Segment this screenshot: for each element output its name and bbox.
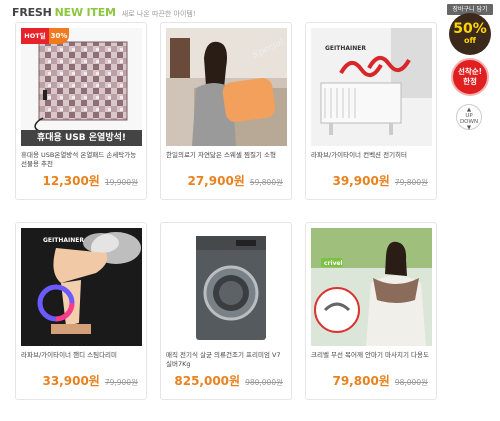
product-card[interactable]: GEITHAINER 라파브/가이타이너 컨벡션 전기히터 39,900원 79… bbox=[305, 22, 437, 200]
original-price: 980,000원 bbox=[245, 378, 283, 387]
price-block: 33,900원 79,900원 bbox=[42, 372, 138, 389]
heating-pad-image bbox=[21, 28, 142, 146]
discount-off-text: off bbox=[464, 36, 476, 45]
original-price: 79,900원 bbox=[104, 378, 138, 387]
product-image[interactable] bbox=[166, 228, 287, 346]
product-name[interactable]: 크리벨 무선 목어깨 안마기 마사지기 다용도 bbox=[311, 351, 433, 360]
limited-line-1: 선착순! bbox=[457, 67, 483, 76]
product-name[interactable]: 라파브/가이타이너 핸디 스팀다리미 bbox=[21, 351, 143, 360]
heating-pad-woman-image: Special bbox=[166, 28, 287, 146]
price-block: 27,900원 59,800원 bbox=[187, 172, 283, 189]
title-new-item: NEW ITEM bbox=[54, 6, 116, 19]
product-name[interactable]: 휴대용 USB온열방석 온열패드 손세탁가능 선물용 추천 bbox=[21, 151, 143, 169]
convection-heater-image: GEITHAINER bbox=[311, 28, 432, 146]
scroll-up-down-button[interactable]: ▲ UP DOWN ▼ bbox=[456, 104, 482, 131]
hot-deal-badge: HOT딜 bbox=[21, 28, 49, 44]
product-card[interactable]: 매직 전기식 살균 의류건조기 프리미엄 V7 실버7Kg 825,000원 9… bbox=[160, 222, 292, 400]
section-header: FRESH NEW ITEM 새로 나온 따끈한 아이템! bbox=[12, 6, 196, 20]
limited-line-2: 한정 bbox=[463, 77, 477, 86]
product-image[interactable]: HOT딜 30% 휴대용 USB 온열방석! bbox=[21, 28, 142, 146]
product-image[interactable]: GEITHAINER bbox=[311, 28, 432, 146]
product-banner: 휴대용 USB 온열방석! bbox=[21, 130, 142, 146]
price-block: 39,900원 79,800원 bbox=[332, 172, 428, 189]
product-card[interactable]: HOT딜 30% 휴대용 USB 온열방석! 휴대용 USB온열방석 온열패드 … bbox=[15, 22, 147, 200]
neck-massager-image: crivel bbox=[311, 228, 432, 346]
section-tagline: 새로 나온 따끈한 아이템! bbox=[121, 10, 196, 18]
chevron-down-icon: ▼ bbox=[466, 125, 472, 131]
product-image[interactable]: crivel bbox=[311, 228, 432, 346]
original-price: 98,000원 bbox=[394, 378, 428, 387]
steam-iron-image: GEITHAINER bbox=[21, 228, 142, 346]
price-block: 825,000원 980,000원 bbox=[174, 372, 283, 389]
original-price: 19,900원 bbox=[104, 178, 138, 187]
sale-price: 79,800원 bbox=[332, 374, 390, 388]
product-name[interactable]: 한일의료기 자연닮은 스웨셀 찜질기 소형 bbox=[166, 151, 288, 160]
product-name[interactable]: 매직 전기식 살균 의류건조기 프리미엄 V7 실버7Kg bbox=[166, 351, 288, 369]
sale-price: 27,900원 bbox=[187, 174, 245, 188]
price-block: 12,300원 19,900원 bbox=[42, 172, 138, 189]
sale-price: 33,900원 bbox=[42, 374, 100, 388]
clothes-dryer-image bbox=[166, 228, 287, 346]
limited-offer-badge[interactable]: 선착순! 한정 bbox=[451, 58, 489, 96]
discount-percent: 50% bbox=[453, 21, 487, 37]
section-title: FRESH NEW ITEM bbox=[12, 6, 116, 19]
sale-price: 12,300원 bbox=[42, 174, 100, 188]
product-card[interactable]: crivel 크리벨 무선 목어깨 안마기 마사지기 다용도 79,800원 9… bbox=[305, 222, 437, 400]
product-card[interactable]: Special 한일의료기 자연닮은 스웨셀 찜질기 소형 27,900원 59… bbox=[160, 22, 292, 200]
product-name[interactable]: 라파브/가이타이너 컨벡션 전기히터 bbox=[311, 151, 433, 160]
sale-price: 39,900원 bbox=[332, 174, 390, 188]
discount-badge: 30% bbox=[49, 28, 69, 44]
brand-logo: crivel bbox=[324, 260, 343, 267]
sale-price: 825,000원 bbox=[174, 374, 241, 388]
original-price: 79,800원 bbox=[394, 178, 428, 187]
product-image[interactable]: Special bbox=[166, 28, 287, 146]
brand-logo: GEITHAINER bbox=[43, 237, 84, 244]
title-fresh: FRESH bbox=[12, 6, 52, 19]
brand-logo: GEITHAINER bbox=[325, 45, 366, 52]
price-block: 79,800원 98,000원 bbox=[332, 372, 428, 389]
product-image[interactable]: GEITHAINER bbox=[21, 228, 142, 346]
product-card[interactable]: GEITHAINER 라파브/가이타이너 핸디 스팀다리미 33,900원 79… bbox=[15, 222, 147, 400]
original-price: 59,800원 bbox=[249, 178, 283, 187]
discount-50-badge[interactable]: 50% off bbox=[449, 13, 491, 55]
